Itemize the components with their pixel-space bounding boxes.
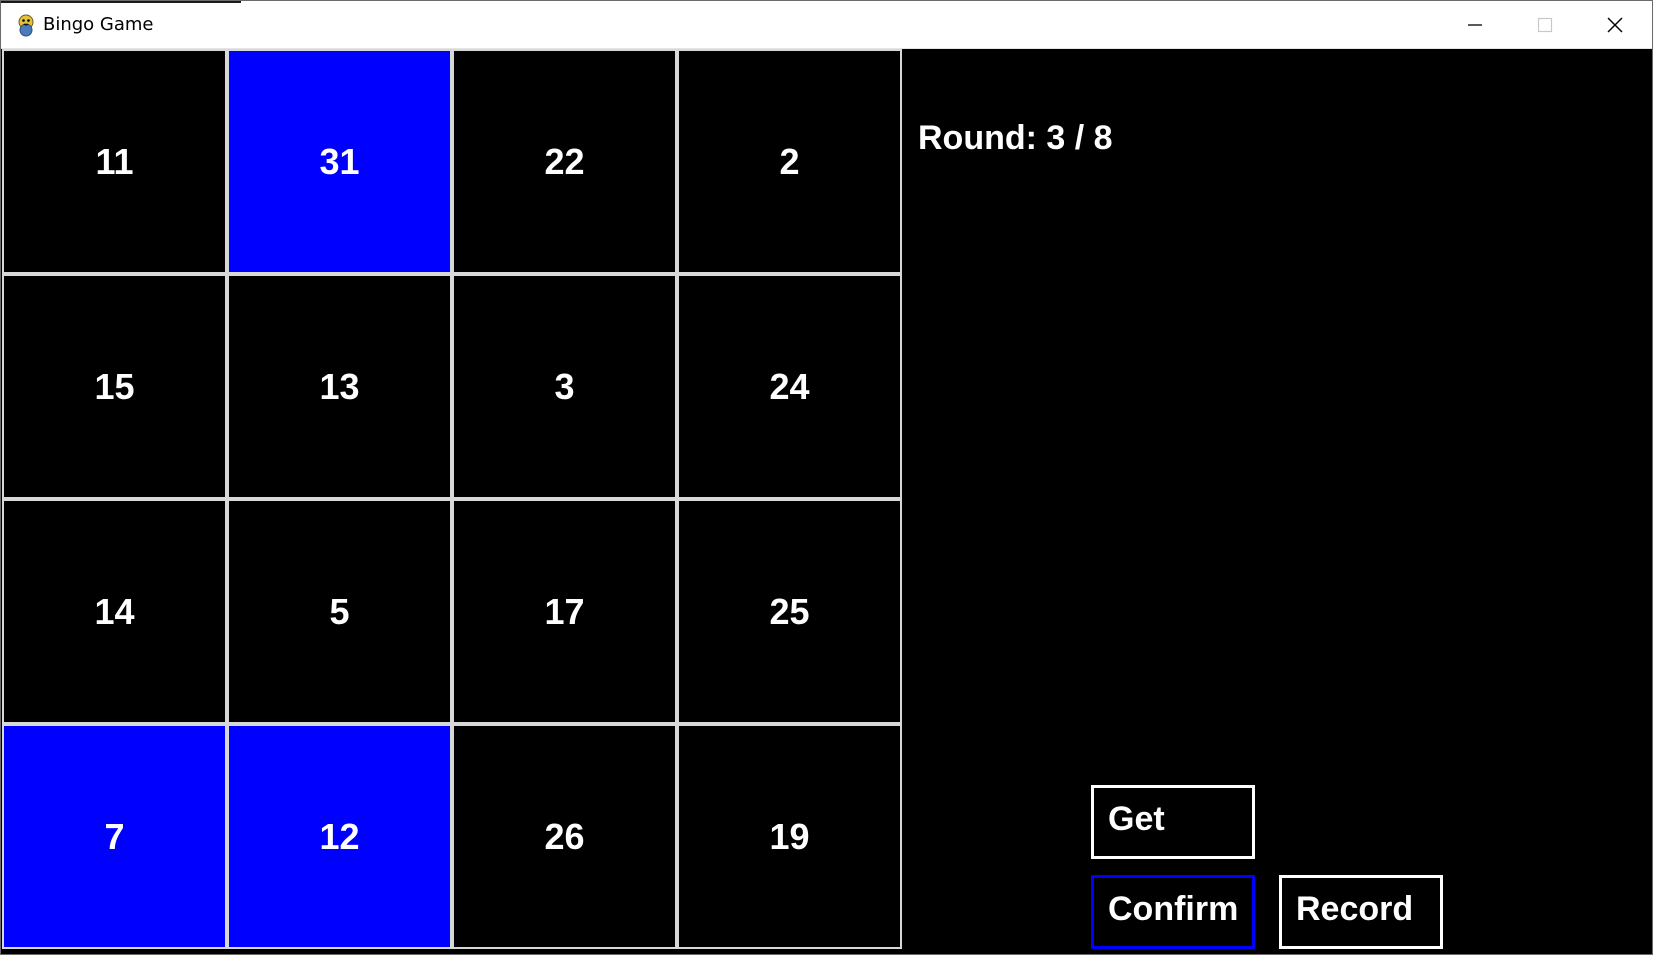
title-bar-accent	[1, 1, 241, 3]
round-counter: Round: 3 / 8	[918, 119, 1113, 157]
bingo-cell[interactable]: 3	[452, 274, 677, 499]
get-button[interactable]: Get	[1091, 785, 1255, 859]
close-icon	[1607, 17, 1623, 32]
bingo-cell[interactable]: 24	[677, 274, 902, 499]
confirm-button[interactable]: Confirm	[1091, 875, 1255, 949]
maximize-button[interactable]	[1511, 1, 1579, 48]
bingo-cell[interactable]: 25	[677, 499, 902, 724]
bingo-cell[interactable]: 26	[452, 724, 677, 949]
minimize-icon	[1468, 23, 1482, 26]
window-title: Bingo Game	[43, 14, 154, 35]
bingo-cell[interactable]: 7	[2, 724, 227, 949]
close-button[interactable]	[1581, 1, 1649, 48]
bingo-cell[interactable]: 5	[227, 499, 452, 724]
title-bar[interactable]: Bingo Game	[1, 1, 1652, 49]
record-button[interactable]: Record	[1279, 875, 1443, 949]
bingo-cell[interactable]: 19	[677, 724, 902, 949]
bingo-board: 11 31 22 2 15 13 3 24 14 5 17 25 7 12 26 19	[2, 49, 902, 949]
minimize-button[interactable]	[1441, 1, 1509, 48]
bingo-cell[interactable]: 15	[2, 274, 227, 499]
bingo-cell[interactable]: 13	[227, 274, 452, 499]
bingo-cell[interactable]: 17	[452, 499, 677, 724]
maximize-icon	[1537, 17, 1553, 32]
bingo-cell[interactable]: 31	[227, 49, 452, 274]
bingo-cell[interactable]: 11	[2, 49, 227, 274]
python-snake-icon	[18, 14, 34, 37]
bingo-cell[interactable]: 2	[677, 49, 902, 274]
bingo-cell[interactable]: 12	[227, 724, 452, 949]
bingo-cell[interactable]: 14	[2, 499, 227, 724]
app-window: Bingo Game 11 31 22 2 15 13 3 24 14 5 17 25 7 12 26 19 …	[0, 0, 1653, 955]
side-panel: Round: 3 / 8 Get Confirm Record	[902, 49, 1652, 949]
bingo-cell[interactable]: 22	[452, 49, 677, 274]
